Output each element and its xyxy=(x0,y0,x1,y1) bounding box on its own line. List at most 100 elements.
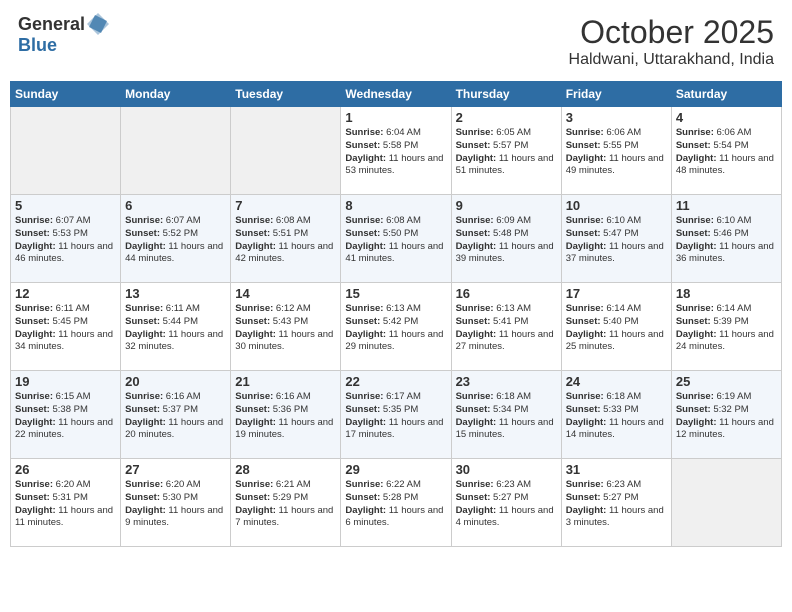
cell-info-line: Sunrise: 6:11 AM xyxy=(125,303,226,316)
day-number: 2 xyxy=(456,110,557,125)
cell-info-line: Sunset: 5:50 PM xyxy=(345,228,446,241)
day-number: 26 xyxy=(15,462,116,477)
cell-info-line: Sunset: 5:37 PM xyxy=(125,404,226,417)
cell-info-line: Daylight: 11 hours and 20 minutes. xyxy=(125,417,226,443)
calendar-cell: 22Sunrise: 6:17 AMSunset: 5:35 PMDayligh… xyxy=(341,371,451,459)
cell-info-line: Sunset: 5:34 PM xyxy=(456,404,557,417)
cell-info-line: Sunset: 5:42 PM xyxy=(345,316,446,329)
cell-info-line: Sunset: 5:40 PM xyxy=(566,316,667,329)
cell-info-line: Sunset: 5:35 PM xyxy=(345,404,446,417)
cell-info-line: Sunrise: 6:14 AM xyxy=(676,303,777,316)
day-number: 11 xyxy=(676,198,777,213)
logo-general-text: General xyxy=(18,14,85,35)
calendar-cell: 5Sunrise: 6:07 AMSunset: 5:53 PMDaylight… xyxy=(11,195,121,283)
cell-info-line: Sunrise: 6:12 AM xyxy=(235,303,336,316)
day-number: 8 xyxy=(345,198,446,213)
calendar-cell: 25Sunrise: 6:19 AMSunset: 5:32 PMDayligh… xyxy=(671,371,781,459)
column-header-sunday: Sunday xyxy=(11,82,121,107)
cell-info-line: Sunset: 5:33 PM xyxy=(566,404,667,417)
calendar-cell: 26Sunrise: 6:20 AMSunset: 5:31 PMDayligh… xyxy=(11,459,121,547)
cell-info-line: Daylight: 11 hours and 44 minutes. xyxy=(125,241,226,267)
calendar-cell: 8Sunrise: 6:08 AMSunset: 5:50 PMDaylight… xyxy=(341,195,451,283)
cell-info-line: Sunset: 5:28 PM xyxy=(345,492,446,505)
cell-info-line: Sunrise: 6:23 AM xyxy=(456,479,557,492)
calendar-cell: 31Sunrise: 6:23 AMSunset: 5:27 PMDayligh… xyxy=(561,459,671,547)
calendar-cell: 14Sunrise: 6:12 AMSunset: 5:43 PMDayligh… xyxy=(231,283,341,371)
cell-info-line: Sunset: 5:57 PM xyxy=(456,140,557,153)
cell-info-line: Daylight: 11 hours and 51 minutes. xyxy=(456,153,557,179)
calendar-cell: 20 Sunrise: 6:16 AMSunset: 5:37 PMDayligh… xyxy=(121,371,231,459)
cell-info-line: Sunrise: 6:09 AM xyxy=(456,215,557,228)
cell-info-line: Sunrise: 6:17 AM xyxy=(345,391,446,404)
cell-info-line: Sunset: 5:54 PM xyxy=(676,140,777,153)
calendar-cell: 6Sunrise: 6:07 AMSunset: 5:52 PMDaylight… xyxy=(121,195,231,283)
logo: General Blue xyxy=(18,14,109,56)
cell-info-line: Daylight: 11 hours and 39 minutes. xyxy=(456,241,557,267)
cell-info-line: Sunrise: 6:20 AM xyxy=(125,479,226,492)
calendar-cell: 24Sunrise: 6:18 AMSunset: 5:33 PMDayligh… xyxy=(561,371,671,459)
cell-info-line: Sunrise: 6:11 AM xyxy=(15,303,116,316)
cell-info-line: Sunset: 5:27 PM xyxy=(456,492,557,505)
cell-info-line: Sunset: 5:44 PM xyxy=(125,316,226,329)
cell-info-line: Sunrise: 6:18 AM xyxy=(566,391,667,404)
cell-info-line: Sunrise: 6:16 AM xyxy=(235,391,336,404)
calendar-week-4: 19Sunrise: 6:15 AMSunset: 5:38 PMDayligh… xyxy=(11,371,782,459)
cell-info-line: Daylight: 11 hours and 4 minutes. xyxy=(456,505,557,531)
cell-info-line: Daylight: 11 hours and 9 minutes. xyxy=(125,505,226,531)
column-header-saturday: Saturday xyxy=(671,82,781,107)
cell-info-line: Sunset: 5:32 PM xyxy=(676,404,777,417)
cell-info-line: Daylight: 11 hours and 32 minutes. xyxy=(125,329,226,355)
day-number: 29 xyxy=(345,462,446,477)
calendar-cell: 4Sunrise: 6:06 AMSunset: 5:54 PMDaylight… xyxy=(671,107,781,195)
cell-info-line: Sunrise: 6:06 AM xyxy=(566,127,667,140)
cell-info-line: Daylight: 11 hours and 19 minutes. xyxy=(235,417,336,443)
cell-info-line: Sunset: 5:53 PM xyxy=(15,228,116,241)
calendar-cell: 21Sunrise: 6:16 AMSunset: 5:36 PMDayligh… xyxy=(231,371,341,459)
cell-info-line: Daylight: 11 hours and 36 minutes. xyxy=(676,241,777,267)
calendar-cell: 12Sunrise: 6:11 AMSunset: 5:45 PMDayligh… xyxy=(11,283,121,371)
calendar-cell: 30Sunrise: 6:23 AMSunset: 5:27 PMDayligh… xyxy=(451,459,561,547)
day-number: 6 xyxy=(125,198,226,213)
calendar-cell: 3Sunrise: 6:06 AMSunset: 5:55 PMDaylight… xyxy=(561,107,671,195)
day-number: 20 xyxy=(125,374,226,389)
day-number: 15 xyxy=(345,286,446,301)
cell-info-line: Sunset: 5:52 PM xyxy=(125,228,226,241)
cell-info-line: Sunrise: 6:14 AM xyxy=(566,303,667,316)
day-number: 18 xyxy=(676,286,777,301)
day-number: 31 xyxy=(566,462,667,477)
calendar-cell: 19Sunrise: 6:15 AMSunset: 5:38 PMDayligh… xyxy=(11,371,121,459)
column-header-friday: Friday xyxy=(561,82,671,107)
calendar-cell xyxy=(121,107,231,195)
cell-info-line: Daylight: 11 hours and 41 minutes. xyxy=(345,241,446,267)
day-number: 24 xyxy=(566,374,667,389)
day-number: 7 xyxy=(235,198,336,213)
cell-info-line: Sunrise: 6:22 AM xyxy=(345,479,446,492)
cell-info-line: Sunrise: 6:16 AM xyxy=(125,391,226,404)
day-number: 3 xyxy=(566,110,667,125)
month-title: October 2025 xyxy=(569,14,774,51)
calendar-cell xyxy=(671,459,781,547)
cell-info-line: Sunrise: 6:04 AM xyxy=(345,127,446,140)
column-header-monday: Monday xyxy=(121,82,231,107)
cell-info-line: Sunrise: 6:10 AM xyxy=(566,215,667,228)
calendar-cell: 7Sunrise: 6:08 AMSunset: 5:51 PMDaylight… xyxy=(231,195,341,283)
calendar-body: 1 Sunrise: 6:04 AMSunset: 5:58 PM Daylight… xyxy=(11,107,782,547)
cell-info-line: Sunset: 5:27 PM xyxy=(566,492,667,505)
cell-info-line: Sunset: 5:39 PM xyxy=(676,316,777,329)
cell-info-line: Daylight: 11 hours and 12 minutes. xyxy=(676,417,777,443)
cell-info-line: Sunset: 5:29 PM xyxy=(235,492,336,505)
cell-info-line: Sunrise: 6:13 AM xyxy=(456,303,557,316)
cell-info-line: Sunset: 5:47 PM xyxy=(566,228,667,241)
cell-info-line: Daylight: 11 hours and 49 minutes. xyxy=(566,153,667,179)
cell-info-line: Daylight: 11 hours and 22 minutes. xyxy=(15,417,116,443)
day-number: 19 xyxy=(15,374,116,389)
day-number: 1 xyxy=(345,110,446,125)
calendar-cell: 27Sunrise: 6:20 AMSunset: 5:30 PMDayligh… xyxy=(121,459,231,547)
cell-info-line: Sunrise: 6:08 AM xyxy=(235,215,336,228)
cell-info-line: Sunset: 5:58 PM xyxy=(345,140,446,153)
cell-info-line: Sunset: 5:38 PM xyxy=(15,404,116,417)
calendar-cell: 1Sunrise: 6:04 AMSunset: 5:58 PMDaylight… xyxy=(341,107,451,195)
calendar-header-row: SundayMondayTuesdayWednesdayThursdayFrid… xyxy=(11,82,782,107)
cell-info-line: Sunrise: 6:19 AM xyxy=(676,391,777,404)
cell-info-line: Sunset: 5:36 PM xyxy=(235,404,336,417)
